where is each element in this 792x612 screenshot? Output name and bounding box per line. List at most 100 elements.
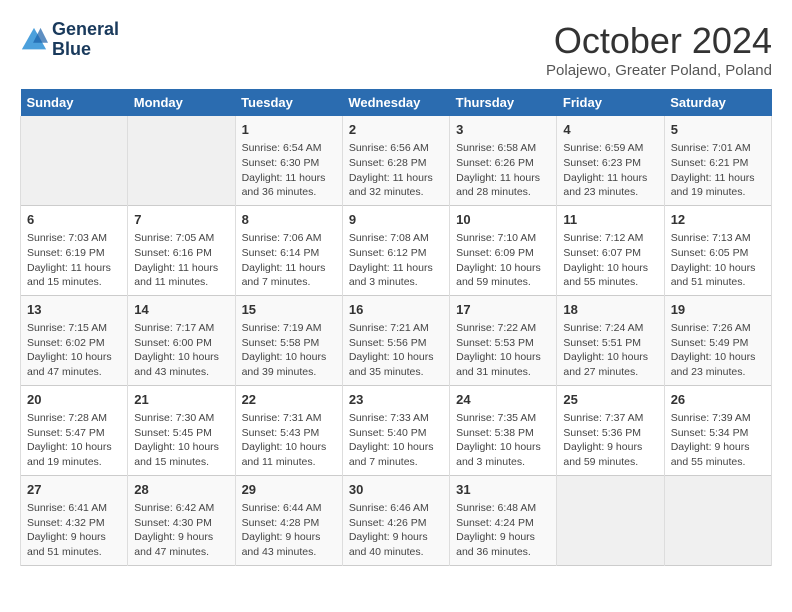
day-number: 8: [242, 211, 336, 229]
day-number: 3: [456, 121, 550, 139]
day-number: 4: [563, 121, 657, 139]
day-number: 13: [27, 301, 121, 319]
weekday-header: Thursday: [450, 89, 557, 116]
calendar-cell: 8Sunrise: 7:06 AMSunset: 6:14 PMDaylight…: [235, 205, 342, 295]
day-info: Sunrise: 6:46 AMSunset: 4:26 PMDaylight:…: [349, 501, 443, 560]
day-info: Sunrise: 7:35 AMSunset: 5:38 PMDaylight:…: [456, 411, 550, 470]
day-number: 1: [242, 121, 336, 139]
calendar-cell: 13 Sunrise: 7:15 AMSunset: 6:02 PMDayligh…: [21, 295, 128, 385]
calendar-cell: 2 Sunrise: 6:56 AMSunset: 6:28 PMDaylight…: [342, 116, 449, 205]
calendar-cell: 14Sunrise: 7:17 AMSunset: 6:00 PMDayligh…: [128, 295, 235, 385]
day-info: Sunrise: 7:03 AMSunset: 6:19 PMDaylight:…: [27, 231, 121, 290]
logo: General Blue: [20, 20, 119, 60]
day-info: Sunrise: 6:42 AMSunset: 4:30 PMDaylight:…: [134, 501, 228, 560]
day-number: 19: [671, 301, 765, 319]
calendar-cell: 17 Sunrise: 7:22 AMSunset: 5:53 PMDayligh…: [450, 295, 557, 385]
calendar-cell: 20Sunrise: 7:28 AMSunset: 5:47 PMDayligh…: [21, 385, 128, 475]
day-number: 7: [134, 211, 228, 229]
logo-text: General Blue: [52, 20, 119, 60]
day-info: Sunrise: 6:59 AMSunset: 6:23 PMDaylight:…: [563, 141, 657, 200]
day-info: Sunrise: 7:33 AMSunset: 5:40 PMDaylight:…: [349, 411, 443, 470]
calendar-cell: 3 Sunrise: 6:58 AMSunset: 6:26 PMDaylight…: [450, 116, 557, 205]
day-info: Sunrise: 7:30 AMSunset: 5:45 PMDaylight:…: [134, 411, 228, 470]
day-number: 9: [349, 211, 443, 229]
day-info: Sunrise: 6:58 AMSunset: 6:26 PMDaylight:…: [456, 141, 550, 200]
calendar-cell: 28 Sunrise: 6:42 AMSunset: 4:30 PMDayligh…: [128, 475, 235, 565]
day-number: 14: [134, 301, 228, 319]
title-block: October 2024 Polajewo, Greater Poland, P…: [546, 20, 772, 79]
day-number: 6: [27, 211, 121, 229]
day-info: Sunrise: 6:41 AMSunset: 4:32 PMDaylight:…: [27, 501, 121, 560]
day-info: Sunrise: 6:56 AMSunset: 6:28 PMDaylight:…: [349, 141, 443, 200]
day-info: Sunrise: 7:31 AMSunset: 5:43 PMDaylight:…: [242, 411, 336, 470]
calendar-cell: 6 Sunrise: 7:03 AMSunset: 6:19 PMDaylight…: [21, 205, 128, 295]
calendar-cell: 19Sunrise: 7:26 AMSunset: 5:49 PMDayligh…: [664, 295, 771, 385]
weekday-header: Sunday: [21, 89, 128, 116]
day-number: 28: [134, 481, 228, 499]
day-number: 18: [563, 301, 657, 319]
calendar-cell: 5 Sunrise: 7:01 AMSunset: 6:21 PMDaylight…: [664, 116, 771, 205]
day-number: 29: [242, 481, 336, 499]
weekday-header: Monday: [128, 89, 235, 116]
calendar-week-row: 27 Sunrise: 6:41 AMSunset: 4:32 PMDayligh…: [21, 475, 772, 565]
day-number: 5: [671, 121, 765, 139]
day-number: 2: [349, 121, 443, 139]
calendar-cell: 1 Sunrise: 6:54 AMSunset: 6:30 PMDaylight…: [235, 116, 342, 205]
calendar-cell: [664, 475, 771, 565]
day-info: Sunrise: 7:08 AMSunset: 6:12 PMDaylight:…: [349, 231, 443, 290]
day-number: 17: [456, 301, 550, 319]
logo-icon: [20, 26, 48, 54]
day-number: 24: [456, 391, 550, 409]
day-info: Sunrise: 7:05 AMSunset: 6:16 PMDaylight:…: [134, 231, 228, 290]
day-info: Sunrise: 7:37 AMSunset: 5:36 PMDaylight:…: [563, 411, 657, 470]
calendar-week-row: 1 Sunrise: 6:54 AMSunset: 6:30 PMDaylight…: [21, 116, 772, 205]
calendar-cell: [21, 116, 128, 205]
day-number: 26: [671, 391, 765, 409]
day-number: 15: [242, 301, 336, 319]
day-info: Sunrise: 7:22 AMSunset: 5:53 PMDaylight:…: [456, 321, 550, 380]
day-info: Sunrise: 6:54 AMSunset: 6:30 PMDaylight:…: [242, 141, 336, 200]
calendar-cell: [557, 475, 664, 565]
calendar-cell: 15 Sunrise: 7:19 AMSunset: 5:58 PMDayligh…: [235, 295, 342, 385]
day-info: Sunrise: 7:01 AMSunset: 6:21 PMDaylight:…: [671, 141, 765, 200]
calendar-cell: 11Sunrise: 7:12 AMSunset: 6:07 PMDayligh…: [557, 205, 664, 295]
calendar-cell: 26 Sunrise: 7:39 AMSunset: 5:34 PMDayligh…: [664, 385, 771, 475]
weekday-header: Saturday: [664, 89, 771, 116]
calendar-cell: 30 Sunrise: 6:46 AMSunset: 4:26 PMDayligh…: [342, 475, 449, 565]
page-header: General Blue October 2024 Polajewo, Grea…: [20, 20, 772, 79]
day-info: Sunrise: 7:13 AMSunset: 6:05 PMDaylight:…: [671, 231, 765, 290]
day-number: 11: [563, 211, 657, 229]
day-info: Sunrise: 6:44 AMSunset: 4:28 PMDaylight:…: [242, 501, 336, 560]
calendar-cell: 22Sunrise: 7:31 AMSunset: 5:43 PMDayligh…: [235, 385, 342, 475]
calendar-cell: 27 Sunrise: 6:41 AMSunset: 4:32 PMDayligh…: [21, 475, 128, 565]
calendar-cell: 31Sunrise: 6:48 AMSunset: 4:24 PMDayligh…: [450, 475, 557, 565]
weekday-header: Wednesday: [342, 89, 449, 116]
day-number: 31: [456, 481, 550, 499]
day-number: 21: [134, 391, 228, 409]
day-number: 30: [349, 481, 443, 499]
location: Polajewo, Greater Poland, Poland: [546, 62, 772, 79]
calendar-cell: 16Sunrise: 7:21 AMSunset: 5:56 PMDayligh…: [342, 295, 449, 385]
day-number: 27: [27, 481, 121, 499]
calendar-week-row: 20Sunrise: 7:28 AMSunset: 5:47 PMDayligh…: [21, 385, 772, 475]
day-info: Sunrise: 7:28 AMSunset: 5:47 PMDaylight:…: [27, 411, 121, 470]
calendar-cell: 29 Sunrise: 6:44 AMSunset: 4:28 PMDayligh…: [235, 475, 342, 565]
calendar-week-row: 6 Sunrise: 7:03 AMSunset: 6:19 PMDaylight…: [21, 205, 772, 295]
weekday-header-row: SundayMondayTuesdayWednesdayThursdayFrid…: [21, 89, 772, 116]
day-number: 10: [456, 211, 550, 229]
calendar-table: SundayMondayTuesdayWednesdayThursdayFrid…: [20, 89, 772, 566]
day-info: Sunrise: 7:39 AMSunset: 5:34 PMDaylight:…: [671, 411, 765, 470]
calendar-cell: 9 Sunrise: 7:08 AMSunset: 6:12 PMDaylight…: [342, 205, 449, 295]
day-info: Sunrise: 7:15 AMSunset: 6:02 PMDaylight:…: [27, 321, 121, 380]
day-info: Sunrise: 7:10 AMSunset: 6:09 PMDaylight:…: [456, 231, 550, 290]
day-info: Sunrise: 7:19 AMSunset: 5:58 PMDaylight:…: [242, 321, 336, 380]
calendar-cell: 18Sunrise: 7:24 AMSunset: 5:51 PMDayligh…: [557, 295, 664, 385]
calendar-cell: 12Sunrise: 7:13 AMSunset: 6:05 PMDayligh…: [664, 205, 771, 295]
calendar-cell: 24 Sunrise: 7:35 AMSunset: 5:38 PMDayligh…: [450, 385, 557, 475]
calendar-cell: 4 Sunrise: 6:59 AMSunset: 6:23 PMDaylight…: [557, 116, 664, 205]
calendar-cell: [128, 116, 235, 205]
calendar-cell: 25Sunrise: 7:37 AMSunset: 5:36 PMDayligh…: [557, 385, 664, 475]
month-title: October 2024: [546, 20, 772, 62]
day-number: 23: [349, 391, 443, 409]
weekday-header: Friday: [557, 89, 664, 116]
